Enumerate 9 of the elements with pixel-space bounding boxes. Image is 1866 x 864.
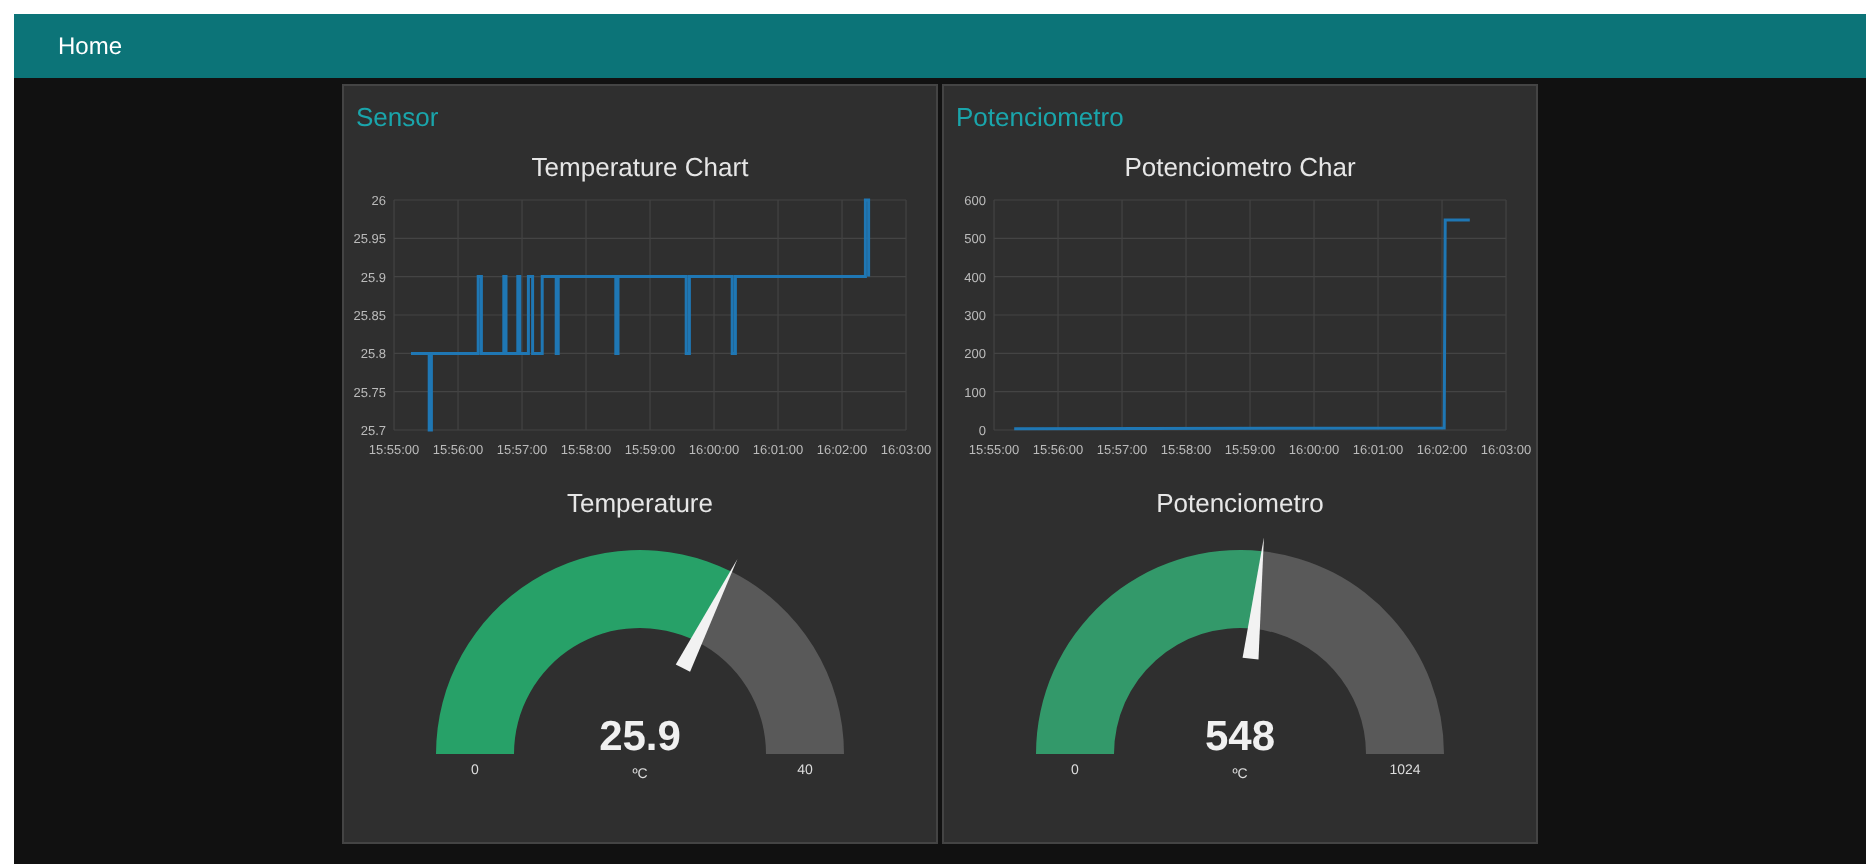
chart-title: Potenciometro Char xyxy=(1124,150,1356,186)
card-title: Sensor xyxy=(354,100,441,136)
gauge-title: Temperature xyxy=(567,486,713,522)
gauge-value: 25.9 xyxy=(599,714,681,760)
chart-title: Temperature Chart xyxy=(531,150,749,186)
gauge-title: Potenciometro xyxy=(1156,486,1324,522)
card-title: Potenciometro xyxy=(954,100,1126,136)
gauge-value: 548 xyxy=(1204,714,1276,760)
page-title: Home xyxy=(58,30,123,64)
